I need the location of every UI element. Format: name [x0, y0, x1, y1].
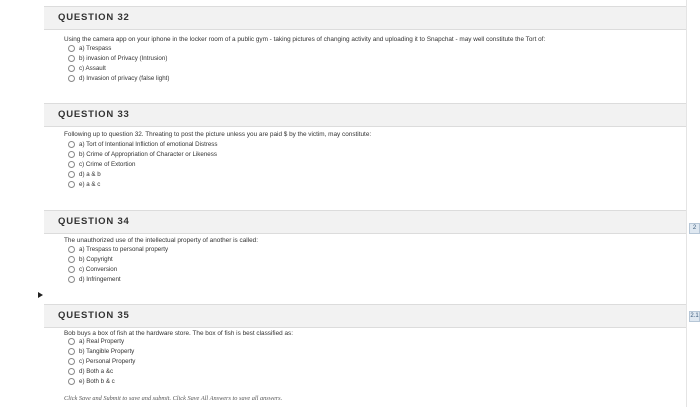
question-title: QUESTION 33: [58, 109, 130, 120]
points-tag: 2: [689, 223, 700, 234]
radio-button[interactable]: [68, 141, 75, 148]
radio-button[interactable]: [68, 368, 75, 375]
answer-label: c) Personal Property: [79, 358, 136, 365]
answer-label: d) a & b: [79, 171, 101, 178]
radio-button[interactable]: [68, 348, 75, 355]
question-header: QUESTION 35: [44, 304, 686, 328]
answer-label: b) Crime of Appropriation of Character o…: [79, 151, 217, 158]
question-header: QUESTION 32: [44, 6, 686, 30]
answer-label: d) Infringement: [79, 276, 121, 283]
answer-label: b) invasion of Privacy (Intrusion): [79, 55, 168, 62]
radio-button[interactable]: [68, 181, 75, 188]
assessment-content: QUESTION 32 Using the camera app on your…: [44, 0, 686, 407]
radio-button[interactable]: [68, 276, 75, 283]
radio-button[interactable]: [68, 266, 75, 273]
answer-label: b) Copyright: [79, 256, 113, 263]
answer-label: e) a & c: [79, 181, 101, 188]
question-title: QUESTION 32: [58, 12, 130, 23]
right-scroll-rail[interactable]: [686, 0, 700, 407]
points-tag: 2.1: [689, 311, 700, 322]
radio-button[interactable]: [68, 171, 75, 178]
answer-label: d) Invasion of privacy (false light): [79, 75, 170, 82]
radio-button[interactable]: [68, 256, 75, 263]
answer-label: a) Trespass to personal property: [79, 246, 169, 253]
left-rail: [0, 0, 44, 407]
radio-button[interactable]: [68, 65, 75, 72]
answer-label: d) Both a &c: [79, 368, 114, 375]
radio-button[interactable]: [68, 246, 75, 253]
radio-button[interactable]: [68, 55, 75, 62]
answer-label: c) Assault: [79, 65, 106, 72]
question-text: The unauthorized use of the intellectual…: [64, 237, 258, 244]
submit-instructions: Click Save and Submit to save and submit…: [64, 395, 283, 402]
answer-label: a) Real Property: [79, 338, 125, 345]
answer-label: b) Tangible Property: [79, 348, 135, 355]
question-text: Following up to question 32. Threating t…: [64, 131, 372, 138]
radio-button[interactable]: [68, 378, 75, 385]
radio-button[interactable]: [68, 358, 75, 365]
answer-label: c) Crime of Extortion: [79, 161, 136, 168]
current-question-arrow-icon: [38, 292, 43, 298]
radio-button[interactable]: [68, 151, 75, 158]
question-title: QUESTION 34: [58, 216, 130, 227]
radio-button[interactable]: [68, 75, 75, 82]
radio-button[interactable]: [68, 338, 75, 345]
question-text: Using the camera app on your iphone in t…: [64, 36, 546, 43]
radio-button[interactable]: [68, 45, 75, 52]
question-title: QUESTION 35: [58, 310, 130, 321]
answer-label: c) Conversion: [79, 266, 118, 273]
answer-label: a) Trespass: [79, 45, 112, 52]
answer-label: a) Tort of Intentional Infliction of emo…: [79, 141, 218, 148]
question-header: QUESTION 34: [44, 210, 686, 234]
question-text: Bob buys a box of fish at the hardware s…: [64, 330, 294, 337]
question-header: QUESTION 33: [44, 103, 686, 127]
answer-label: e) Both b & c: [79, 378, 115, 385]
radio-button[interactable]: [68, 161, 75, 168]
